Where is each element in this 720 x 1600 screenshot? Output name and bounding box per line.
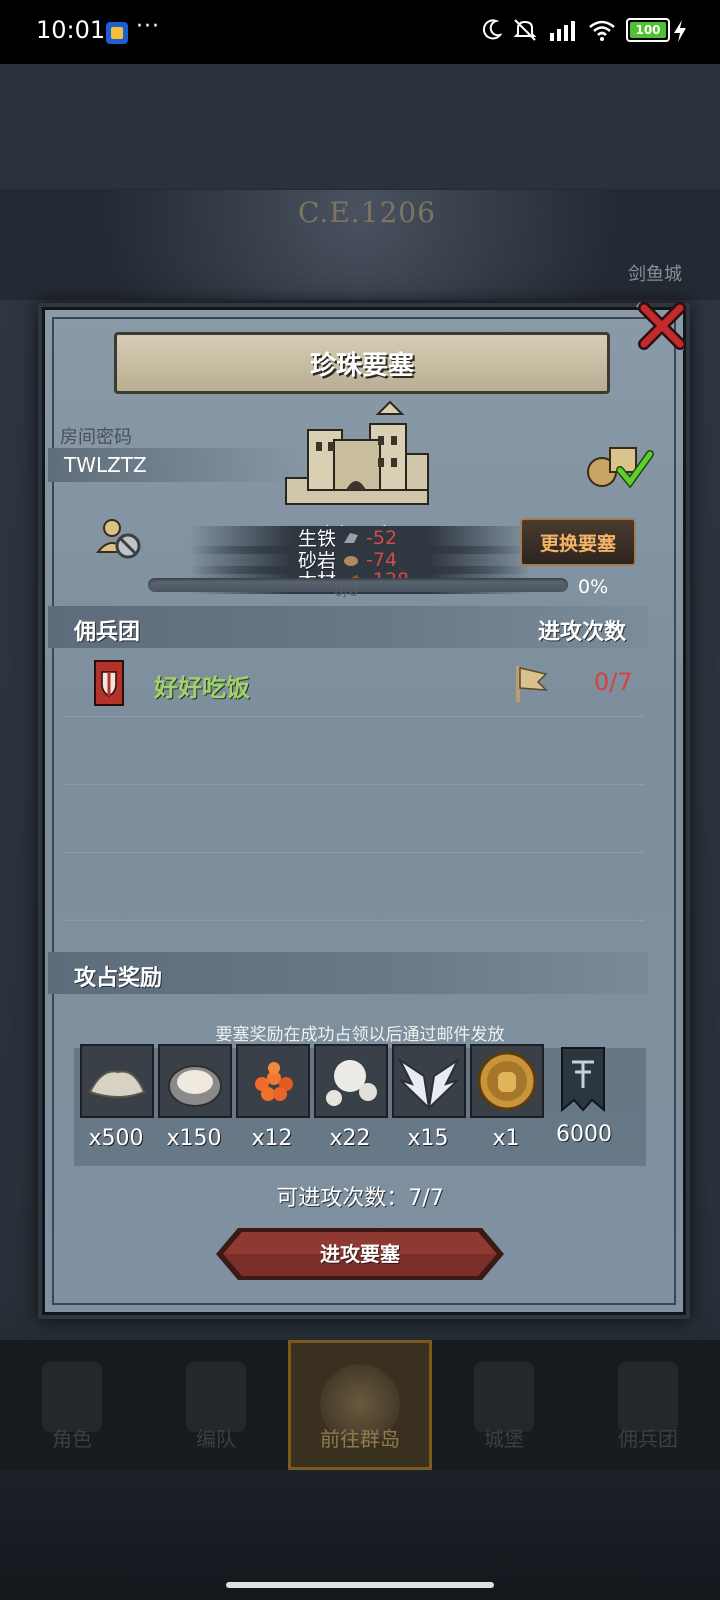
nav-formation[interactable]: 编队 <box>144 1340 288 1470</box>
row-divider <box>64 784 644 785</box>
nav-label: 角色 <box>52 1427 92 1451</box>
moon-icon <box>482 19 502 40</box>
room-code[interactable]: TWLZTZ <box>64 453 147 477</box>
status-time: 10:01 <box>36 16 106 44</box>
sand-pile-icon <box>80 1044 154 1118</box>
supply-bag-check-icon <box>587 447 654 489</box>
oyster-icon <box>158 1044 232 1118</box>
occupy-progress-percent: 0% <box>578 576 609 598</box>
guild-attack-count: 0/7 <box>594 668 633 696</box>
wifi-icon <box>589 20 615 41</box>
helmet-icon <box>186 1362 246 1432</box>
mute-icon <box>513 19 537 41</box>
system-icons: 100 <box>482 18 670 42</box>
knight-coin-icon <box>470 1044 544 1118</box>
charging-icon <box>674 20 686 42</box>
banner-icon <box>618 1362 678 1432</box>
battery-level: 100 <box>630 22 666 38</box>
more-notifications-icon: ··· <box>136 14 160 39</box>
attacks-remaining: 可进攻次数：7/7 <box>276 1186 444 1211</box>
iron-icon <box>344 532 359 543</box>
attack-count-header: 进攻次数 <box>538 620 627 645</box>
reward-item[interactable]: 6000 <box>548 1044 620 1147</box>
row-divider <box>64 852 644 853</box>
fortress-image <box>285 400 429 505</box>
change-fortress-label: 更换要塞 <box>539 532 616 555</box>
reward-item[interactable]: x500 <box>80 1044 154 1151</box>
guild-banner-icon <box>561 1047 605 1113</box>
fish-roe-icon <box>236 1044 310 1118</box>
occupy-progress-count: 0/0 <box>334 582 359 600</box>
nav-mercenary[interactable]: 佣兵团 <box>576 1340 720 1470</box>
reward-qty: 6000 <box>556 1122 612 1147</box>
reward-item[interactable]: x1 <box>470 1044 544 1151</box>
no-member-icon[interactable] <box>96 516 142 562</box>
change-fortress-button[interactable]: 更换要塞 <box>520 518 636 566</box>
home-indicator[interactable] <box>226 1582 494 1588</box>
battery-icon: 100 <box>626 18 670 42</box>
flag-icon <box>516 666 548 702</box>
nav-label: 前往群岛 <box>320 1427 400 1451</box>
reward-qty: x150 <box>166 1126 222 1151</box>
reward-item[interactable]: x22 <box>314 1044 388 1151</box>
row-divider <box>64 716 644 717</box>
guild-row[interactable] <box>48 654 648 716</box>
reward-qty: x22 <box>329 1126 371 1151</box>
guild-shield-icon <box>94 660 124 706</box>
title-plate: 珍珠要塞 <box>114 332 610 394</box>
knight-icon <box>42 1362 102 1432</box>
sandstone-icon <box>344 555 359 566</box>
pearl-icon <box>314 1044 388 1118</box>
wing-emblem-icon <box>392 1044 466 1118</box>
status-bar: 10:01 ··· 100 <box>0 0 720 64</box>
reward-qty: x12 <box>251 1126 293 1151</box>
mercenary-header: 佣兵团 <box>74 620 141 645</box>
reward-header: 攻占奖励 <box>74 966 163 991</box>
nav-character[interactable]: 角色 <box>0 1340 144 1470</box>
reward-item[interactable]: x150 <box>158 1044 232 1151</box>
reward-qty: x1 <box>492 1126 520 1151</box>
castle-icon <box>474 1362 534 1432</box>
reward-qty: x15 <box>407 1126 449 1151</box>
nav-label: 城堡 <box>484 1427 524 1451</box>
signal-icon <box>550 21 575 41</box>
nav-label: 佣兵团 <box>618 1427 678 1451</box>
attack-fortress-button[interactable]: 进攻要塞 <box>216 1228 504 1280</box>
reward-item[interactable]: x12 <box>236 1044 310 1151</box>
nav-label: 编队 <box>196 1427 236 1451</box>
nav-islands[interactable]: 前往群岛 <box>288 1340 432 1470</box>
close-icon[interactable] <box>636 300 688 352</box>
nav-castle[interactable]: 城堡 <box>432 1340 576 1470</box>
reward-qty: x500 <box>88 1126 144 1151</box>
app-notification-icon <box>106 22 128 44</box>
row-divider <box>64 920 644 921</box>
reward-note: 要塞奖励在成功占领以后通过邮件发放 <box>215 1025 505 1045</box>
background-city-label: 剑鱼城 <box>628 264 682 285</box>
dialog-title: 珍珠要塞 <box>309 350 414 381</box>
guild-name: 好好吃饭 <box>154 674 250 702</box>
top-band <box>0 64 720 189</box>
reward-item[interactable]: x15 <box>392 1044 466 1151</box>
era-text: C.E.1206 <box>298 196 436 229</box>
room-code-label: 房间密码 <box>60 427 132 448</box>
attack-fortress-label: 进攻要塞 <box>320 1242 400 1266</box>
